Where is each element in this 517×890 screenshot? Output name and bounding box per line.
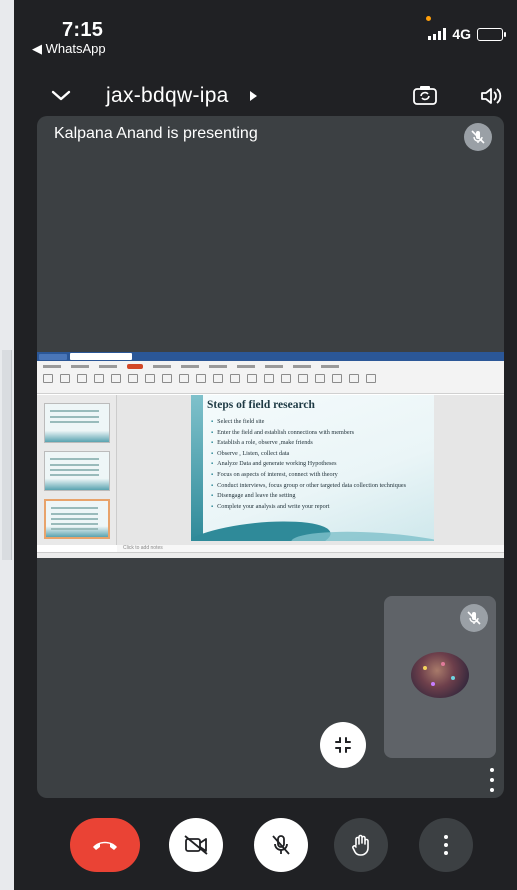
slide-bullet: Analyze Data and generate working Hypoth… xyxy=(211,459,431,470)
mic-off-icon xyxy=(464,123,492,151)
shared-screen: Steps of field research Select the field… xyxy=(37,352,504,558)
network-label: 4G xyxy=(452,26,471,42)
presentation-app-statusbar xyxy=(37,552,504,558)
meeting-code[interactable]: jax-bdqw-ipa xyxy=(106,84,229,108)
chevron-down-icon[interactable] xyxy=(50,84,72,111)
avatar xyxy=(411,652,469,698)
mic-off-icon xyxy=(272,835,290,855)
status-right: 4G xyxy=(428,26,506,42)
status-bar: 7:15 ◀ WhatsApp 4G xyxy=(14,0,517,60)
end-call-icon xyxy=(93,841,117,850)
signal-icon xyxy=(428,28,447,40)
mic-off-icon xyxy=(460,604,488,632)
slide-bullet: Enter the field and establish connection… xyxy=(211,428,431,439)
notes-placeholder: Click to add notes xyxy=(117,545,504,552)
slide-title: Steps of field research xyxy=(207,399,315,411)
shrink-presentation-button[interactable] xyxy=(320,722,366,768)
call-header: jax-bdqw-ipa xyxy=(14,78,517,118)
current-slide: Steps of field research Select the field… xyxy=(191,395,434,541)
slide-bullet: Complete your analysis and write your re… xyxy=(211,502,431,513)
slide-canvas: Steps of field research Select the field… xyxy=(117,395,504,545)
meet-call-screen: 7:15 ◀ WhatsApp 4G jax-bdqw-ipa Kalpana … xyxy=(14,0,517,890)
switch-camera-icon[interactable] xyxy=(412,84,438,111)
privacy-indicator-dot xyxy=(426,16,431,21)
mic-toggle-button[interactable] xyxy=(254,818,308,872)
tile-more-options-icon[interactable] xyxy=(486,768,498,792)
slide-bullet-list: Select the field site Enter the field an… xyxy=(211,417,431,512)
slide-bullet: Observe , Listen, collect data xyxy=(211,449,431,460)
minimize-icon xyxy=(335,737,351,753)
more-options-icon xyxy=(444,835,448,839)
back-to-app-link[interactable]: ◀ WhatsApp xyxy=(32,41,106,57)
background-app-strip xyxy=(2,350,12,560)
slide-bullet: Focus on aspects of interest, connect wi… xyxy=(211,470,431,481)
slide-bullet: Establish a role, observe ,make friends xyxy=(211,438,431,449)
presenting-label: Kalpana Anand is presenting xyxy=(54,125,258,142)
camera-off-icon xyxy=(184,835,208,855)
battery-icon xyxy=(477,27,506,41)
presentation-app-ribbon xyxy=(37,352,504,394)
slide-bullet: Conduct interviews, focus group or other… xyxy=(211,481,431,492)
self-view-tile[interactable] xyxy=(384,596,496,758)
background-app-edge xyxy=(0,0,14,890)
status-time: 7:15 xyxy=(62,19,104,41)
end-call-button[interactable] xyxy=(70,818,140,872)
camera-toggle-button[interactable] xyxy=(169,818,223,872)
slide-bullet: Disengage and leave the setting xyxy=(211,491,431,502)
raise-hand-button[interactable] xyxy=(334,818,388,872)
presentation-tile[interactable]: Kalpana Anand is presenting Steps of fie… xyxy=(37,116,504,798)
slide-thumbnails xyxy=(37,395,117,545)
raise-hand-icon xyxy=(352,834,369,856)
slide-bullet: Select the field site xyxy=(211,417,431,428)
more-options-button[interactable] xyxy=(419,818,473,872)
meeting-info-arrow-icon[interactable] xyxy=(250,91,257,101)
call-controls xyxy=(14,818,517,878)
speaker-icon[interactable] xyxy=(479,85,503,112)
